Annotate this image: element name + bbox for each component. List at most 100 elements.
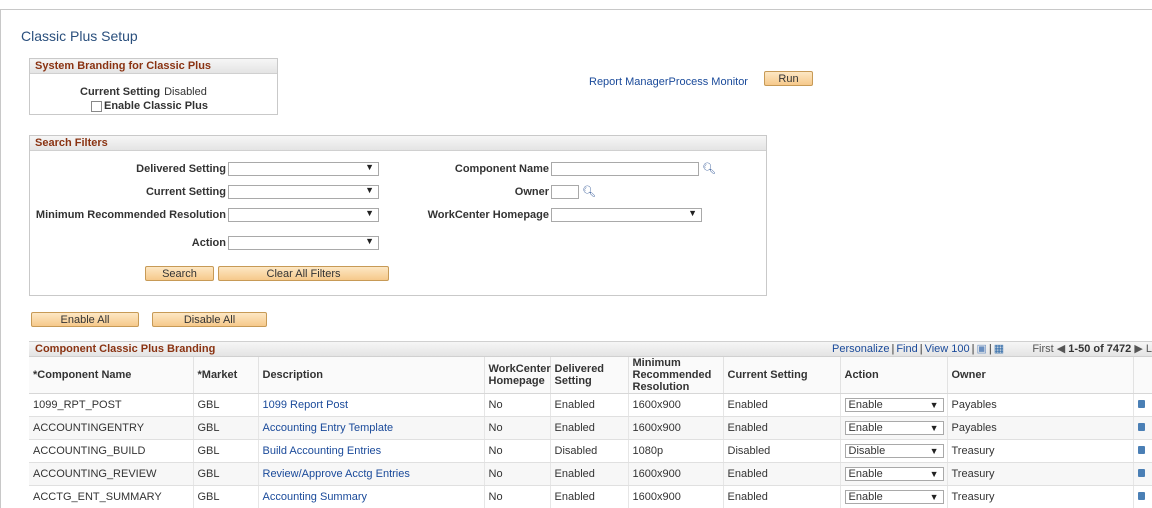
cell-owner: Payables xyxy=(946,393,1133,417)
action-select-value: Disable xyxy=(848,445,886,457)
disable-all-button[interactable]: Disable All xyxy=(152,312,267,327)
table-row: ACCOUNTING_REVIEW GBL Review/Approve Acc… xyxy=(29,462,1152,486)
cell-owner: Treasury xyxy=(946,462,1133,486)
cell-resolution: 1600x900 xyxy=(627,462,723,486)
zoom-grid-icon[interactable]: ▣ xyxy=(977,343,987,355)
cell-current: Disabled xyxy=(722,439,840,463)
view-100-link[interactable]: View 100 xyxy=(925,343,970,355)
cell-resolution: 1600x900 xyxy=(627,393,723,417)
cell-workcenter: No xyxy=(483,416,550,440)
component-name-input[interactable] xyxy=(551,162,699,176)
search-filters-group: Search Filters Delivered Setting ▼ Curre… xyxy=(29,135,767,296)
cell-market: GBL xyxy=(192,485,258,508)
report-links: Report ManagerProcess Monitor xyxy=(589,76,748,88)
current-setting-select[interactable]: ▼ xyxy=(228,185,379,199)
description-link[interactable]: Accounting Summary xyxy=(263,491,368,503)
cell-current: Enabled xyxy=(722,416,840,440)
delivered-setting-select[interactable]: ▼ xyxy=(228,162,379,176)
row-add-icon[interactable] xyxy=(1137,423,1145,431)
component-lookup-icon[interactable]: 🔍︎ xyxy=(702,162,716,175)
clear-all-filters-button[interactable]: Clear All Filters xyxy=(218,266,389,281)
cell-component: ACCOUNTING_REVIEW xyxy=(29,462,193,486)
workcenter-homepage-select[interactable]: ▼ xyxy=(551,208,702,222)
chevron-down-icon: ▼ xyxy=(929,492,939,502)
owner-label: Owner xyxy=(514,186,549,198)
action-select[interactable]: Disable ▼ xyxy=(844,444,944,458)
action-select[interactable]: Enable ▼ xyxy=(844,421,944,435)
grid-navigation: Personalize | Find | View 100 | ▣ | ▦ First ◀︎ 1… xyxy=(831,343,1152,355)
cell-workcenter: No xyxy=(483,439,550,463)
chevron-down-icon: ▼ xyxy=(929,400,939,410)
chevron-down-icon: ▼ xyxy=(929,423,939,433)
description-link[interactable]: Accounting Entry Template xyxy=(263,422,394,434)
cell-delivered: Enabled xyxy=(549,462,628,486)
col-component-name: *Component Name xyxy=(29,357,193,394)
action-select[interactable]: Enable ▼ xyxy=(844,467,944,481)
cell-owner: Payables xyxy=(946,416,1133,440)
action-select[interactable]: Enable ▼ xyxy=(844,490,944,504)
action-select-value: Enable xyxy=(848,422,883,434)
branding-grid: Component Classic Plus Branding Personal… xyxy=(29,341,1152,508)
chevron-down-icon: ▼ xyxy=(365,185,374,195)
run-button[interactable]: Run xyxy=(764,71,813,86)
action-select-value: Enable xyxy=(848,491,883,503)
component-name-label: Component Name xyxy=(454,163,549,175)
cell-market: GBL xyxy=(192,462,258,486)
first-arrow-icon[interactable]: ◀︎ xyxy=(1057,343,1065,355)
page-title: Classic Plus Setup xyxy=(21,28,138,44)
action-select[interactable]: Enable ▼ xyxy=(844,398,944,412)
grid-header-bar: Component Classic Plus Branding Personal… xyxy=(29,341,1152,357)
process-monitor-link[interactable]: Process Monitor xyxy=(669,76,748,88)
current-setting-value: Disabled xyxy=(164,86,207,98)
cell-workcenter: No xyxy=(483,462,550,486)
cell-resolution: 1600x900 xyxy=(627,485,723,508)
find-link[interactable]: Find xyxy=(896,343,917,355)
row-range: 1-50 of 7472 xyxy=(1068,343,1132,355)
col-min-resolution: Minimum Recommended Resolution xyxy=(627,357,723,394)
row-add-icon[interactable] xyxy=(1137,492,1145,500)
table-row: ACCOUNTING_BUILD GBL Build Accounting En… xyxy=(29,439,1152,463)
col-workcenter-homepage: WorkCenter Homepage xyxy=(483,357,551,394)
cell-component: ACCOUNTINGENTRY xyxy=(29,416,193,440)
min-resolution-select[interactable]: ▼ xyxy=(228,208,379,222)
branding-header: System Branding for Classic Plus xyxy=(30,59,277,74)
chevron-down-icon: ▼ xyxy=(365,162,374,172)
cell-component: 1099_RPT_POST xyxy=(29,393,193,417)
cell-resolution: 1080p xyxy=(627,439,723,463)
action-filter-select[interactable]: ▼ xyxy=(228,236,379,250)
delivered-setting-label: Delivered Setting xyxy=(136,163,226,175)
owner-lookup-icon[interactable]: 🔍︎ xyxy=(582,185,596,198)
cell-current: Enabled xyxy=(722,462,840,486)
enable-all-button[interactable]: Enable All xyxy=(31,312,139,327)
description-link[interactable]: Review/Approve Acctg Entries xyxy=(263,468,410,480)
cell-delivered: Disabled xyxy=(549,439,628,463)
row-add-icon[interactable] xyxy=(1137,469,1145,477)
col-row-actions xyxy=(1132,357,1152,394)
cell-delivered: Enabled xyxy=(549,416,628,440)
next-arrow-icon[interactable]: ▶︎ xyxy=(1134,343,1142,355)
download-excel-icon[interactable]: ▦ xyxy=(994,343,1004,355)
report-manager-link[interactable]: Report Manager xyxy=(589,76,669,88)
first-link[interactable]: First xyxy=(1032,343,1053,355)
search-button[interactable]: Search xyxy=(145,266,214,281)
grid-title: Component Classic Plus Branding xyxy=(35,343,216,355)
enable-classic-plus-checkbox[interactable] xyxy=(91,100,102,112)
action-select-value: Enable xyxy=(848,399,883,411)
chevron-down-icon: ▼ xyxy=(929,469,939,479)
current-setting-row: Current Setting Disabled xyxy=(80,86,207,98)
last-link[interactable]: L xyxy=(1146,343,1152,355)
cell-market: GBL xyxy=(192,439,258,463)
owner-input[interactable] xyxy=(551,185,579,199)
row-add-icon[interactable] xyxy=(1137,446,1145,454)
personalize-link[interactable]: Personalize xyxy=(832,343,889,355)
min-resolution-label: Minimum Recommended Resolution xyxy=(35,209,226,221)
search-filters-header: Search Filters xyxy=(30,136,766,151)
col-market: *Market xyxy=(192,357,258,394)
description-link[interactable]: 1099 Report Post xyxy=(263,399,349,411)
chevron-down-icon: ▼ xyxy=(365,208,374,218)
action-filter-label: Action xyxy=(191,237,226,249)
description-link[interactable]: Build Accounting Entries xyxy=(263,445,382,457)
enable-classic-plus-row[interactable]: Enable Classic Plus xyxy=(91,100,208,112)
row-add-icon[interactable] xyxy=(1137,400,1145,408)
col-current-setting: Current Setting xyxy=(722,357,840,394)
